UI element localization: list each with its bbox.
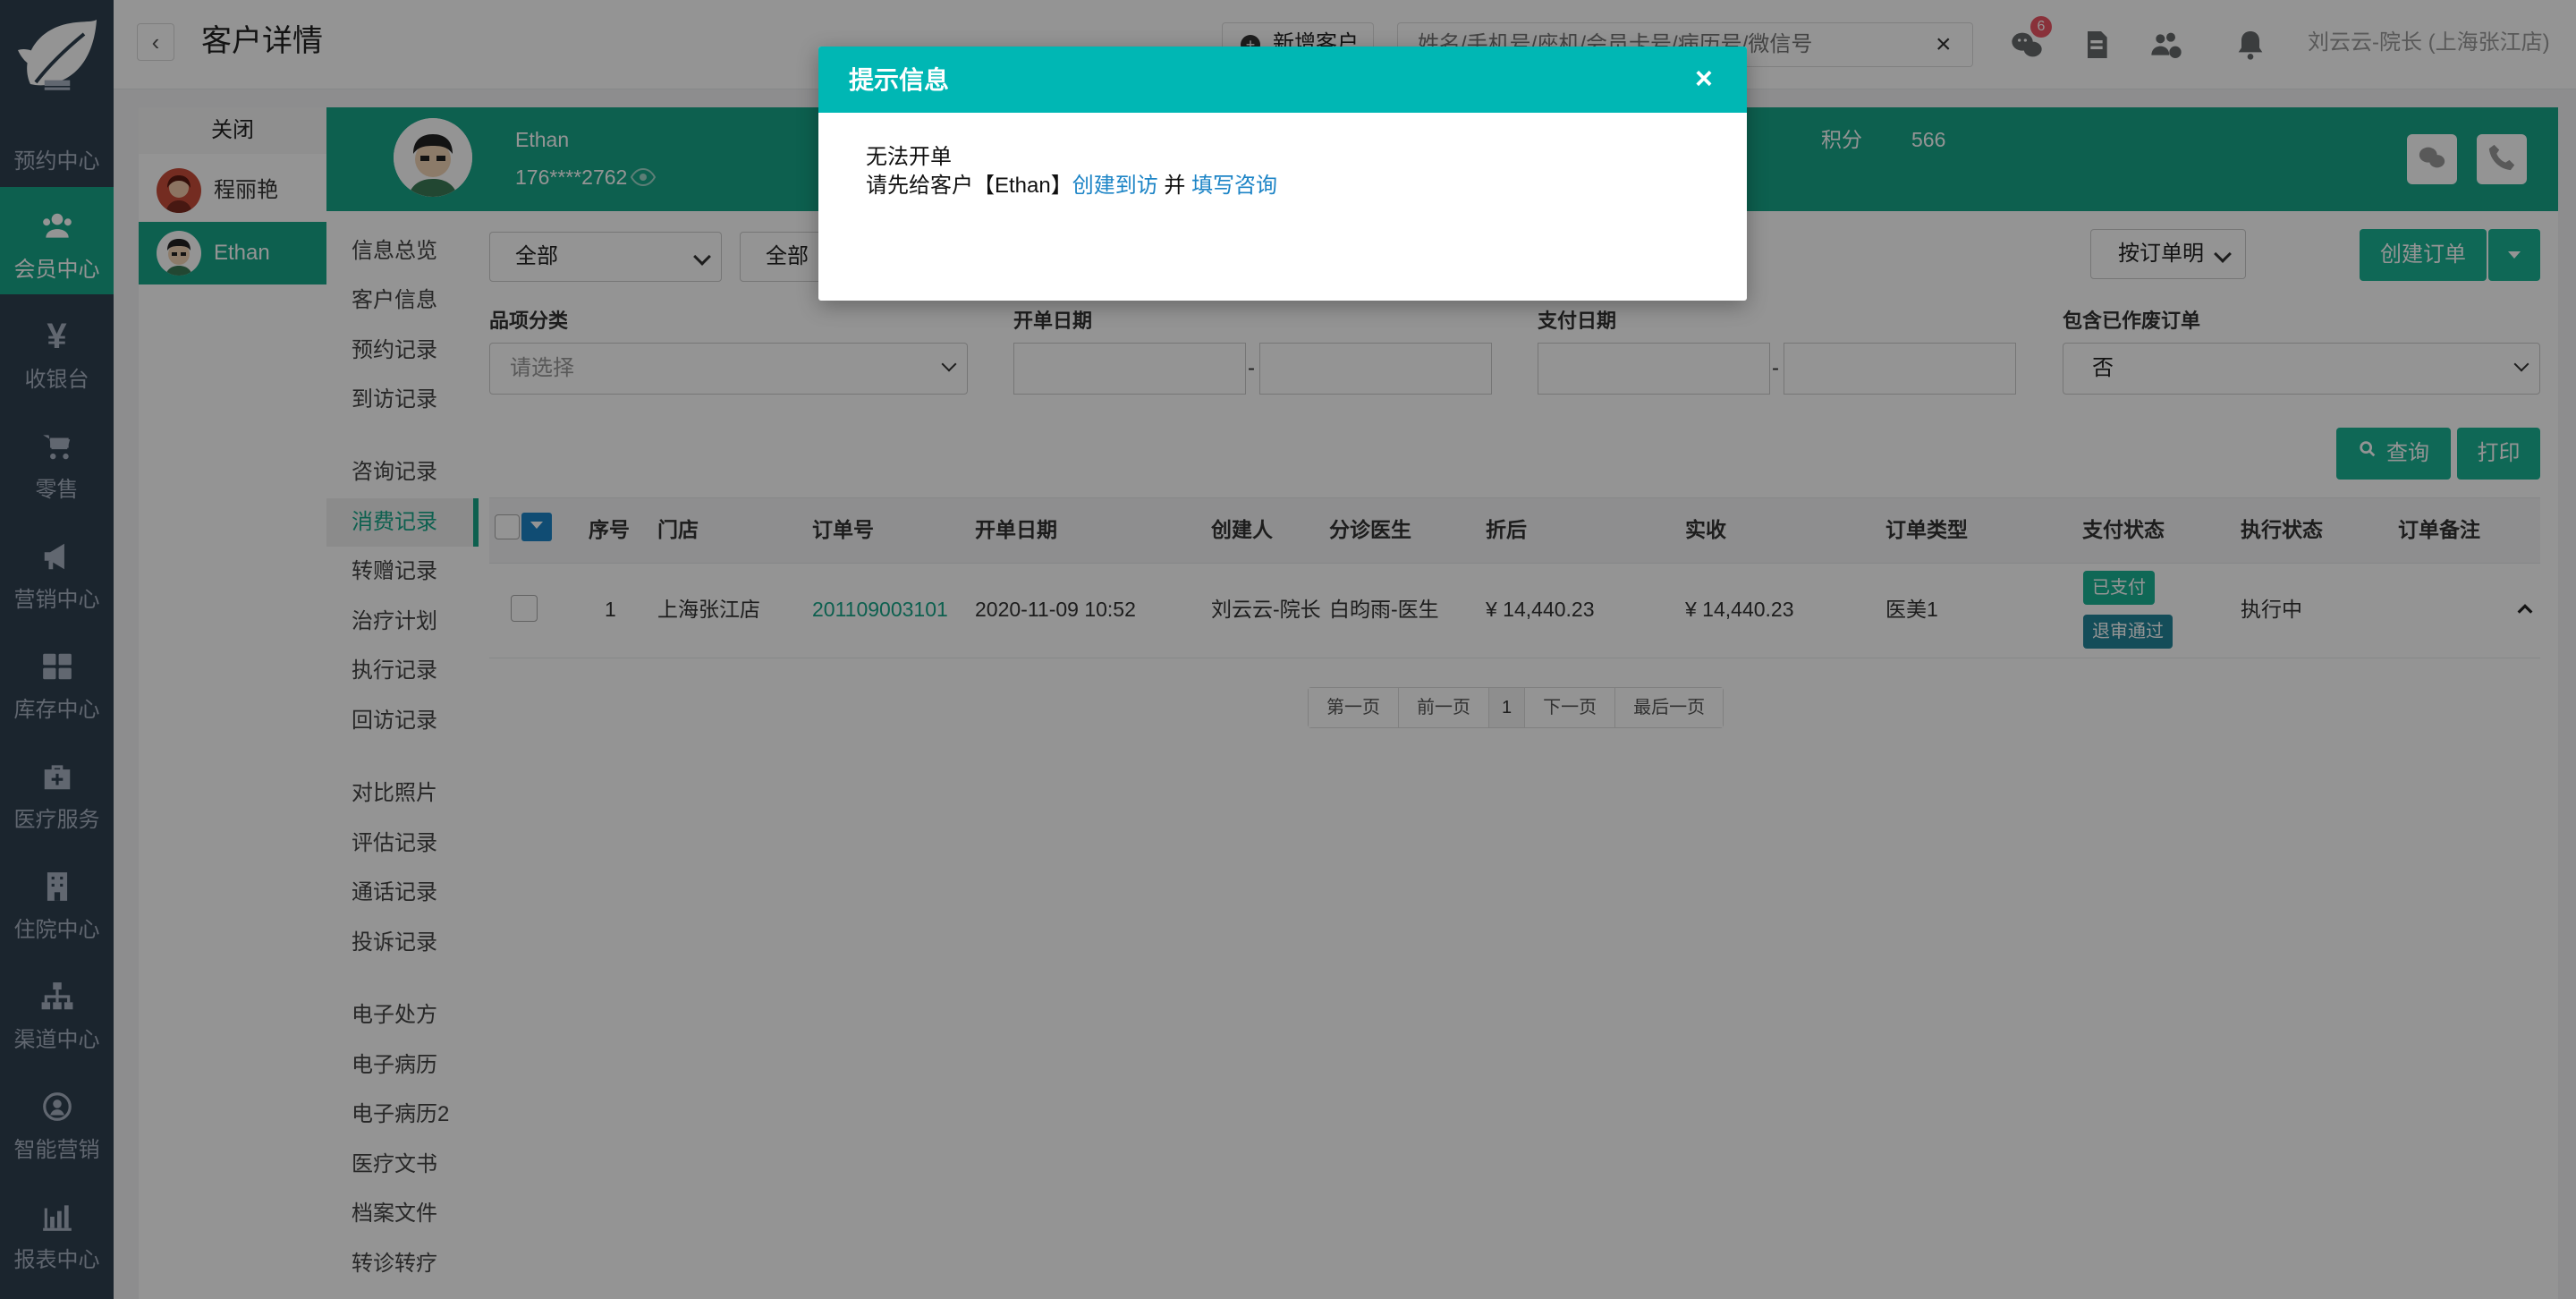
dialog-header: 提示信息 × [818, 47, 1747, 113]
dialog-title: 提示信息 [849, 66, 950, 94]
alert-dialog: 提示信息 × 无法开单 请先给客户【Ethan】创建到访 并 填写咨询 [818, 47, 1747, 301]
close-icon[interactable]: × [1695, 61, 1713, 97]
create-visit-link[interactable]: 创建到访 [1072, 174, 1158, 198]
dialog-instruction: 请先给客户【Ethan】创建到访 并 填写咨询 [866, 174, 1278, 198]
dialog-message: 无法开单 [866, 145, 952, 169]
fill-consultation-link[interactable]: 填写咨询 [1191, 174, 1277, 198]
